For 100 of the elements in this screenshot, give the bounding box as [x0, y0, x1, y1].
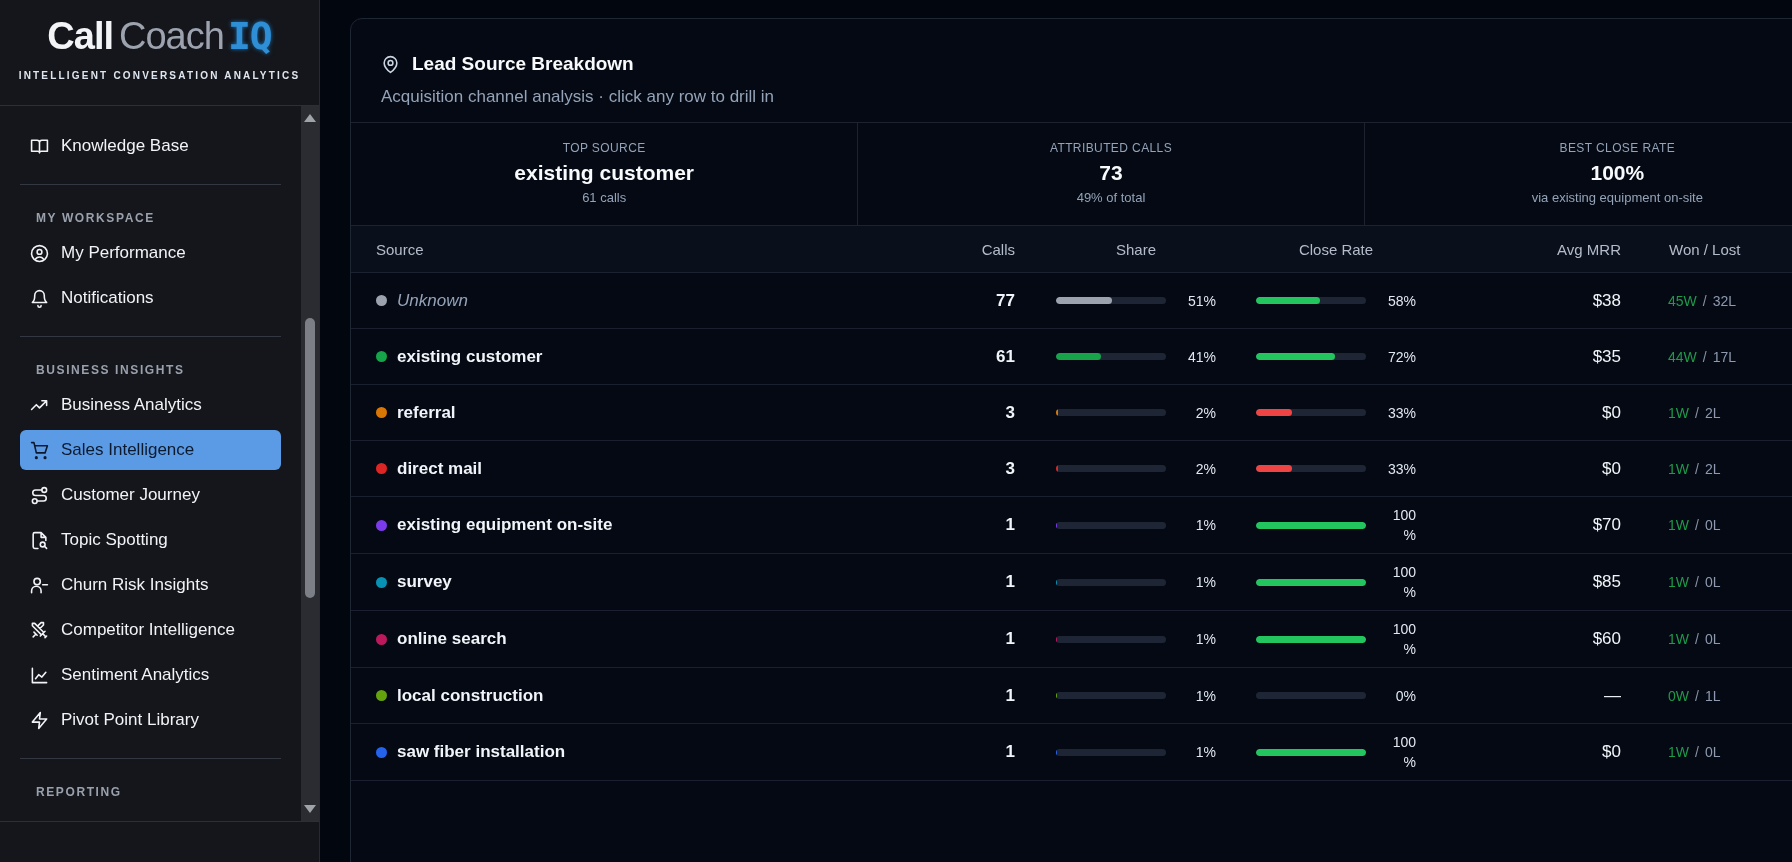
section-heading: BUSINESS INSIGHTS — [35, 362, 186, 379]
sidebar-item[interactable]: Sales Intelligence — [20, 430, 281, 470]
lost-count: 0L — [1704, 574, 1721, 590]
close-rate-percent: 58% — [1386, 291, 1416, 311]
avg-mrr: $0 — [1601, 402, 1621, 423]
user-minus-icon — [30, 575, 49, 595]
map-pin-icon — [381, 54, 400, 74]
source-name: referral — [397, 402, 456, 423]
bolt-icon — [30, 710, 49, 730]
share-percent: 2% — [1195, 404, 1216, 421]
calls-count: 1 — [1004, 629, 1015, 649]
sidebar-item[interactable]: Topic Spotting — [20, 520, 281, 560]
logo-text: IQ — [227, 14, 272, 58]
separator: / — [1695, 517, 1699, 533]
share-percent: 51% — [1187, 292, 1216, 309]
source-name: Unknown — [397, 290, 468, 311]
table-row[interactable]: online search 1 1% 100% $60 1W / 0L — [351, 611, 1792, 668]
source-name: saw fiber installation — [397, 742, 566, 762]
sidebar-item[interactable]: Churn Risk Insights — [20, 565, 281, 605]
calls-count: 1 — [1004, 572, 1015, 592]
separator: / — [1695, 574, 1699, 590]
avg-mrr: $0 — [1601, 742, 1621, 762]
table-row[interactable]: existing equipment on-site 1 1% 100% $70 1W / 0L — [351, 497, 1792, 554]
won-count: 1W — [1668, 404, 1689, 421]
lost-count: 0L — [1704, 744, 1721, 760]
avg-mrr: $38 — [1591, 290, 1621, 311]
section-heading: MY WORKSPACE — [35, 210, 156, 227]
source-name: existing customer — [397, 346, 543, 367]
card-subtitle: Acquisition channel analysis · click any row to drill in — [381, 87, 776, 107]
calls-count: 1 — [1004, 515, 1015, 535]
column-header: Source — [375, 240, 425, 258]
stat-value: existing customer — [514, 161, 695, 185]
source-name: direct mail — [397, 458, 483, 479]
avg-mrr: $0 — [1601, 458, 1621, 479]
column-header: Close Rate — [1297, 240, 1375, 258]
lost-count: 32L — [1712, 292, 1737, 309]
won-count: 0W — [1668, 687, 1689, 704]
source-name: local construction — [397, 685, 544, 706]
book-icon — [30, 136, 49, 156]
avg-mrr: $60 — [1591, 629, 1621, 649]
card-title: Lead Source Breakdown — [412, 53, 634, 75]
logo-tagline: INTELLIGENT CONVERSATION ANALYTICS — [18, 70, 301, 81]
swords-icon — [30, 620, 49, 640]
share-percent: 1% — [1195, 744, 1216, 760]
file-search-icon — [30, 530, 49, 550]
share-percent: 2% — [1195, 460, 1216, 477]
route-icon — [30, 485, 49, 505]
sidebar-item[interactable]: Sentiment Analytics — [20, 655, 281, 695]
close-rate-percent: 100% — [1391, 563, 1416, 602]
sidebar-item[interactable]: Knowledge Base — [20, 126, 281, 166]
table-row[interactable]: existing customer 61 41% 72% $35 44W / 17L — [351, 329, 1792, 385]
close-rate-percent: 33% — [1386, 403, 1416, 423]
lost-count: 2L — [1704, 404, 1721, 421]
section-heading: REPORTING — [35, 784, 123, 801]
table-row[interactable]: saw fiber installation 1 1% 100% $0 1W / 0L — [351, 724, 1792, 781]
calls-count: 3 — [1004, 402, 1015, 423]
column-header: Calls — [980, 240, 1015, 258]
column-header: Avg MRR — [1556, 240, 1621, 258]
lost-count: 1L — [1704, 687, 1721, 704]
sidebar-item[interactable]: Business Analytics — [20, 385, 281, 425]
separator: / — [1695, 404, 1699, 421]
source-name: survey — [397, 572, 452, 592]
bell-icon — [30, 288, 49, 308]
separator: / — [1695, 631, 1699, 647]
table-row[interactable]: referral 3 2% 33% $0 1W / 2L — [351, 385, 1792, 441]
sidebar-item[interactable]: Customer Journey — [20, 475, 281, 515]
logo-text: Coach — [119, 15, 224, 58]
sidebar-item[interactable]: My Performance — [20, 233, 281, 273]
table-row[interactable]: direct mail 3 2% 33% $0 1W / 2L — [351, 441, 1792, 497]
close-rate-percent: 100% — [1391, 506, 1416, 545]
column-header: Won / Lost — [1668, 240, 1742, 258]
won-count: 1W — [1668, 460, 1689, 477]
sidebar-item[interactable]: Competitor Intelligence — [20, 610, 281, 650]
stat-label: BEST CLOSE RATE — [1559, 141, 1676, 155]
share-percent: 1% — [1195, 687, 1216, 704]
calls-count: 77 — [995, 290, 1015, 311]
table-row[interactable]: local construction 1 1% 0% — 0W / 1L — [351, 668, 1792, 724]
won-count: 1W — [1668, 631, 1689, 647]
stat-value: 73 — [1099, 161, 1123, 185]
close-rate-percent: 100% — [1391, 620, 1416, 659]
share-percent: 41% — [1187, 348, 1216, 365]
calls-count: 1 — [1004, 742, 1015, 762]
stat-note: 49% of total — [1076, 190, 1146, 205]
sidebar-item[interactable]: Notifications — [20, 278, 281, 318]
stat-note: via existing equipment on-site — [1531, 190, 1703, 205]
separator: / — [1695, 460, 1699, 477]
share-percent: 1% — [1195, 574, 1216, 590]
separator: / — [1695, 744, 1699, 760]
lost-count: 2L — [1704, 460, 1721, 477]
calls-count: 1 — [1004, 685, 1015, 706]
lost-count: 17L — [1712, 348, 1737, 365]
table-row[interactable]: survey 1 1% 100% $85 1W / 0L — [351, 554, 1792, 611]
lost-count: 0L — [1704, 631, 1721, 647]
table-row[interactable]: Unknown 77 51% 58% $38 45W / 32L — [351, 273, 1792, 329]
scrollbar[interactable] — [301, 106, 319, 821]
won-count: 44W — [1668, 348, 1697, 365]
sidebar-item[interactable]: Pivot Point Library — [20, 700, 281, 740]
stat-note: 61 calls — [582, 190, 627, 205]
share-percent: 1% — [1195, 631, 1216, 647]
share-percent: 1% — [1195, 517, 1216, 533]
